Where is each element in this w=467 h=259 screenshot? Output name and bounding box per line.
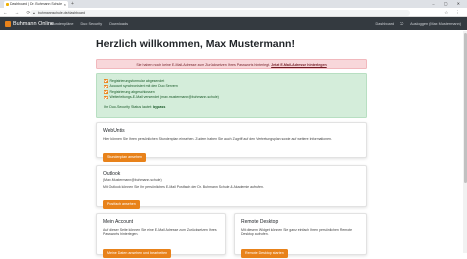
page-scrollbar[interactable] [463,31,467,253]
nav-link-downloads[interactable]: Downloads [109,22,128,26]
logout-label: Ausloggen (Max Mustermann) [410,21,461,26]
scrollbar-thumb[interactable] [463,33,467,183]
nav-link-dashboard[interactable]: Dashboard [376,22,395,26]
page-title: Herzlich willkommen, Max Mustermann! [96,38,295,50]
remote-title: Remote Desktop [241,219,279,225]
webuntis-card: WebUntis Hier können Sie Ihren persönlic… [96,122,367,163]
webuntis-text: Hier können Sie Ihren persönlichen Stund… [103,136,332,141]
stundenplan-button[interactable]: Stundenplan ansehen [103,153,146,163]
edit-account-button[interactable]: Meine Daten ansehen und bearbeiten [103,248,172,258]
new-tab-button[interactable]: + [71,0,74,8]
email-missing-alert: Sie haben noch keine E-Mail-Adresse zum … [96,59,367,69]
check-item: Weiterleitungs-E-Mail versendet (max.mus… [104,95,359,101]
account-card: Mein Account Auf dieser Seite können Sie… [96,213,226,258]
checkbox-checked-icon [104,95,108,99]
lock-icon: 🔒︎ [33,10,35,15]
favicon-icon [5,3,9,6]
check-label: Weiterleitungs-E-Mail versendet (max.mus… [109,95,219,100]
address-bar-row: ← → ⟳ 🔒︎ buhmannschule.de/dashboard ☆ ⋮ [0,8,467,17]
outlook-title: Outlook [103,171,121,177]
checkbox-checked-icon [104,90,108,94]
outlook-email: (Max.Mustermann@buhmann.schule) [103,178,162,182]
close-tab-icon[interactable]: × [64,1,66,8]
duo-status-label: Ihr Duo-Security Status lautet: [104,105,152,109]
duo-status-line: Ihr Duo-Security Status lautet: bypass [104,105,359,109]
check-label: Account synchronisiert mit den Duo Serve… [109,84,178,89]
brand-link[interactable]: Buhmann Online [5,17,54,30]
alert-danger-text: Sie haben noch keine E-Mail-Adresse zum … [136,63,271,67]
account-title: Mein Account [103,219,134,225]
tab-title: Dashboard | Dr. Buhmann Schule [10,2,63,6]
check-label: Registrierung abgeschlossen [109,89,155,94]
browser-menu-icons[interactable]: ☆ ⋮ [444,8,463,17]
checkbox-checked-icon [104,79,108,83]
nav-link-duo-security[interactable]: Duo Security [80,22,102,26]
app-navbar: Buhmann Online Stundenpläne Duo Security… [0,17,467,30]
url-field[interactable]: 🔒︎ buhmannschule.de/dashboard [30,9,410,16]
nav-right: Dashboard ⎋ Ausloggen (Max Mustermann) [370,17,462,30]
brand-label: Buhmann Online [13,20,54,27]
remote-desktop-button[interactable]: Remote Desktop starten [241,248,288,258]
logout-link[interactable]: ⎋ Ausloggen (Max Mustermann) [400,22,461,26]
remote-text: Mit diesem Widget können Sie ganz einfac… [241,227,353,237]
window-controls[interactable]: – ▢ ✕ [432,0,464,8]
check-label: Registrierungsformular abgesendet [109,78,165,83]
remote-desktop-card: Remote Desktop Mit diesem Widget können … [234,213,367,258]
browser-tab[interactable]: Dashboard | Dr. Buhmann Schule × [4,1,68,8]
nav-links: Stundenpläne Duo Security Downloads [50,17,135,30]
outlook-card: Outlook (Max.Mustermann@buhmann.schule) … [96,165,367,210]
checkbox-checked-icon [104,84,108,88]
browser-tab-bar: Dashboard | Dr. Buhmann Schule × + – ▢ ✕ [0,0,467,8]
browser-nav-icons[interactable]: ← → ⟳ [3,8,33,17]
add-email-link[interactable]: Jetzt E-Mail-Adresse hinterlegen [271,63,327,67]
registration-status-alert: Registrierungsformular abgesendet Accoun… [96,73,367,118]
logo-icon [5,20,11,27]
account-text: Auf dieser Seite können Sie eine E-Mail … [103,227,217,237]
postfach-button[interactable]: Postfach ansehen [103,200,140,210]
nav-link-stundenplaene[interactable]: Stundenpläne [50,22,73,26]
webuntis-title: WebUntis [103,128,125,134]
duo-status-value: bypass [152,105,166,109]
outlook-text: Mit Outlook können Sie Ihr persönliches … [103,184,264,189]
url-text: buhmannschule.de/dashboard [38,10,86,15]
